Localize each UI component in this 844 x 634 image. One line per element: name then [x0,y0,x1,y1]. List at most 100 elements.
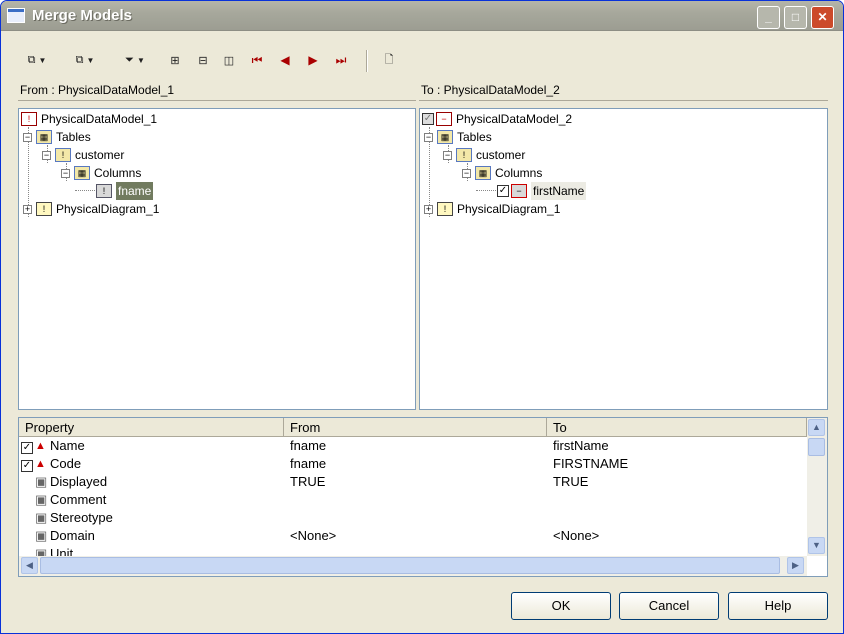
split-button[interactable]: ◫ [217,48,241,72]
property-icon: ▣ [35,528,48,543]
next-difference-button[interactable]: ▶ [301,48,325,72]
find-icon: ⊞ [170,54,180,67]
dropdown-arrow-icon: ▼ [86,55,95,65]
filter-icon: ⏷ [125,53,134,66]
merge-models-window: Merge Models _ □ ✕ ⧉ ▼ ⧉ ▼ ⏷ ▼ ⊞ ⊟ ◫ ⏮ ◀ ▶ … [0,0,844,634]
model-delete-icon: − [436,112,452,126]
model-checkbox[interactable]: ✓ [422,113,434,125]
filter-dropdown-button[interactable]: ⏷ ▼ [117,48,153,72]
deselect-dropdown-button[interactable]: ⧉ ▼ [69,48,101,72]
tree-node-model[interactable]: ✓ − PhysicalDataModel_2 [422,110,572,128]
window-title: Merge Models [32,7,133,24]
collapse-icon[interactable]: − [42,150,51,160]
to-pane-header: To : PhysicalDataModel_2 [419,81,828,101]
vertical-scroll-thumb[interactable] [808,438,825,456]
column-header-property[interactable]: Property [19,418,284,437]
table-row[interactable]: ✓ ▲ Code fname FIRSTNAME [19,455,807,473]
ok-button[interactable]: OK [511,592,611,620]
table-icon: ! [456,148,472,162]
toolbar: ⧉ ▼ ⧉ ▼ ⏷ ▼ ⊞ ⊟ ◫ ⏮ ◀ ▶ ⏭ 🗋 [17,48,817,74]
table-row[interactable]: ▣ Unit [19,545,807,556]
table-row[interactable]: ✓ ▲ Name fname firstName [19,437,807,455]
column-checkbox[interactable]: ✓ [497,185,509,197]
close-button[interactable]: ✕ [811,6,834,29]
table-row[interactable]: ▣ Domain <None> <None> [19,527,807,545]
warning-icon: ▲ [35,440,46,452]
column-header-to[interactable]: To [547,418,807,437]
vertical-scrollbar[interactable]: ▲ ▼ [807,418,827,556]
tree-node-diagram[interactable]: +! PhysicalDiagram_1 [23,200,159,218]
dropdown-arrow-icon: ▼ [136,55,145,65]
find-button[interactable]: ⊞ [163,48,187,72]
last-icon: ⏭ [335,52,347,67]
maximize-button[interactable]: □ [784,6,807,29]
diagram-icon: ! [36,202,52,216]
first-icon: ⏮ [251,52,263,67]
next-icon: ▶ [308,53,318,67]
tables-folder-icon: ▦ [437,130,453,144]
from-pane-header: From : PhysicalDataModel_1 [18,81,416,101]
table-row[interactable]: ▣ Displayed TRUE TRUE [19,473,807,491]
tree-node-table[interactable]: −! customer [443,146,525,164]
tree-node-diagram[interactable]: +! PhysicalDiagram_1 [424,200,560,218]
compare-button[interactable]: ⊟ [191,48,215,72]
expand-icon[interactable]: + [23,204,32,214]
collapse-icon[interactable]: − [462,168,471,178]
cancel-button[interactable]: Cancel [619,592,719,620]
scroll-up-icon[interactable]: ▲ [808,419,825,436]
table-row[interactable]: ▣ Stereotype [19,509,807,527]
scroll-left-icon[interactable]: ◀ [21,557,38,574]
window-icon [7,8,25,23]
compare-icon: ⊟ [198,54,208,67]
tree-node-tables[interactable]: − ▦ Tables [23,128,91,146]
tree-node-tables[interactable]: − ▦ Tables [424,128,492,146]
tree-node-column[interactable]: ✓ − firstName [497,182,587,200]
collapse-icon[interactable]: − [424,132,433,142]
help-button[interactable]: Help [728,592,828,620]
tree-node-columns[interactable]: − ▦ Columns [462,164,542,182]
tree-node-model[interactable]: ! PhysicalDataModel_1 [21,110,157,128]
row-checkbox[interactable]: ✓ [21,460,33,472]
tables-folder-icon: ▦ [36,130,52,144]
collapse-icon[interactable]: − [23,132,32,142]
preview-button[interactable]: 🗋 [377,48,401,72]
property-grid[interactable]: Property From To ✓ ▲ Name fname firstNam… [18,417,828,577]
columns-folder-icon: ▦ [475,166,491,180]
select-all-icon: ⧉ [27,53,36,66]
column-delete-icon: − [511,184,527,198]
tree-node-columns[interactable]: − ▦ Columns [61,164,141,182]
title-bar[interactable]: Merge Models _ □ ✕ [1,1,843,31]
horizontal-scroll-thumb[interactable] [40,557,780,574]
toolbar-separator [366,50,368,72]
columns-folder-icon: ▦ [74,166,90,180]
table-row[interactable]: ▣ Comment [19,491,807,509]
first-difference-button[interactable]: ⏮ [245,48,269,72]
to-tree[interactable]: ✓ − PhysicalDataModel_2 − ▦ Tables −! custome… [419,108,828,410]
minimize-button[interactable]: _ [757,6,780,29]
row-checkbox[interactable]: ✓ [21,442,33,454]
previous-icon: ◀ [280,53,290,67]
document-icon: 🗋 [384,53,394,66]
horizontal-scrollbar[interactable]: ◀ ▶ [19,556,807,576]
expand-icon[interactable]: + [424,204,433,214]
collapse-icon[interactable]: − [61,168,70,178]
split-icon: ◫ [223,54,235,67]
property-icon: ▣ [35,492,48,507]
last-difference-button[interactable]: ⏭ [329,48,353,72]
warning-icon: ▲ [35,458,46,470]
column-warning-icon: ! [96,184,112,198]
scroll-right-icon[interactable]: ▶ [787,557,804,574]
from-tree[interactable]: ! PhysicalDataModel_1 − ▦ Tables −! customer… [18,108,416,410]
property-icon: ▣ [35,510,48,525]
table-icon: ! [55,148,71,162]
tree-node-table[interactable]: −! customer [42,146,124,164]
scroll-down-icon[interactable]: ▼ [808,537,825,554]
tree-node-column[interactable]: ! fname [96,182,154,200]
property-icon: ▣ [35,546,48,556]
collapse-icon[interactable]: − [443,150,452,160]
diagram-icon: ! [437,202,453,216]
select-all-dropdown-button[interactable]: ⧉ ▼ [21,48,53,72]
deselect-icon: ⧉ [75,53,84,66]
previous-difference-button[interactable]: ◀ [273,48,297,72]
column-header-from[interactable]: From [284,418,547,437]
